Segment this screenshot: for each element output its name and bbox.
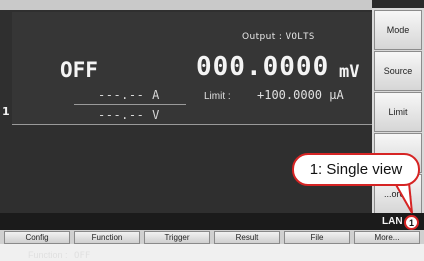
- bottom-key-file[interactable]: File: [284, 231, 350, 244]
- output-label-text: Output :: [242, 32, 283, 42]
- output-label: Output : VOLTS: [242, 32, 315, 42]
- bottom-softkey-bar: Config Function Trigger Result File More…: [0, 230, 424, 244]
- bottom-key-result[interactable]: Result: [214, 231, 280, 244]
- voltage-reading: ---.-- V: [98, 108, 160, 122]
- top-strip: [0, 0, 372, 10]
- function-value: OFF: [74, 251, 91, 261]
- softkey-mode[interactable]: Mode: [374, 10, 422, 50]
- status-strip: [0, 213, 424, 230]
- lan-indicator: LAN: [382, 216, 403, 227]
- function-label: Function :: [28, 250, 68, 260]
- bottom-key-more[interactable]: More...: [354, 231, 420, 244]
- view-edge-label: 1: [2, 105, 10, 118]
- source-value: 000.0000: [196, 52, 330, 82]
- bottom-key-function[interactable]: Function: [74, 231, 140, 244]
- current-reading: ---.-- A: [98, 88, 160, 102]
- output-mode: VOLTS: [285, 32, 315, 42]
- output-state: OFF: [60, 58, 98, 82]
- softkey-source[interactable]: Source: [374, 51, 422, 91]
- view-number-badge[interactable]: 1: [404, 215, 419, 230]
- function-line: Function : OFF: [28, 250, 90, 261]
- source-value-unit: mV: [339, 62, 360, 82]
- single-view-callout: 1: Single view: [292, 153, 420, 186]
- limit-label: Limit :: [204, 91, 231, 102]
- bottom-key-trigger[interactable]: Trigger: [144, 231, 210, 244]
- softkey-limit[interactable]: Limit: [374, 92, 422, 132]
- reading-divider: [74, 104, 186, 105]
- bottom-key-config[interactable]: Config: [4, 231, 70, 244]
- limit-value: +100.0000 µA: [257, 88, 344, 102]
- instrument-screen: Output : VOLTS OFF 000.0000 mV ---.-- A …: [0, 0, 424, 261]
- source-panel: Output : VOLTS OFF 000.0000 mV ---.-- A …: [12, 12, 372, 125]
